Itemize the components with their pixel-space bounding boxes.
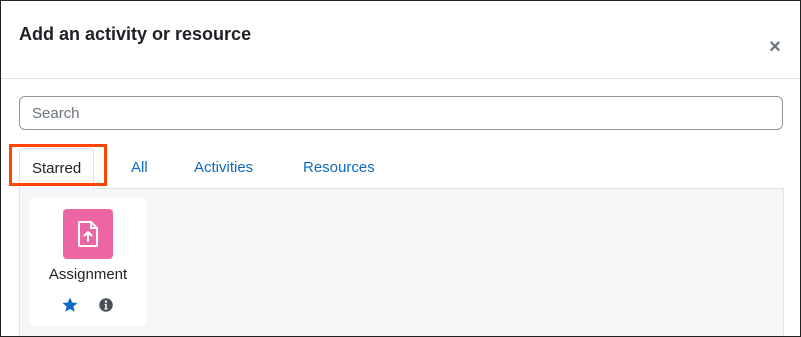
tab-bar: Starred All Activities Resources [19,148,784,189]
dialog-header: Add an activity or resource × [1,1,800,79]
activity-card-assignment[interactable]: Assignment [29,198,147,326]
dialog-title: Add an activity or resource [19,24,252,44]
star-icon[interactable] [61,296,79,314]
search-input[interactable] [20,97,782,129]
info-icon[interactable] [97,296,115,314]
tab-starred[interactable]: Starred [19,148,95,189]
tab-activities[interactable]: Activities [194,148,253,188]
close-icon: × [769,36,781,58]
starred-panel: Assignment [19,189,784,336]
tab-all[interactable]: All [131,148,148,188]
add-activity-dialog: Add an activity or resource × Starred Al… [0,0,801,337]
close-button[interactable]: × [763,35,787,59]
assignment-upload-icon [63,209,113,259]
tab-resources[interactable]: Resources [303,148,375,188]
activity-label: Assignment [48,266,128,283]
search-box [19,96,783,130]
